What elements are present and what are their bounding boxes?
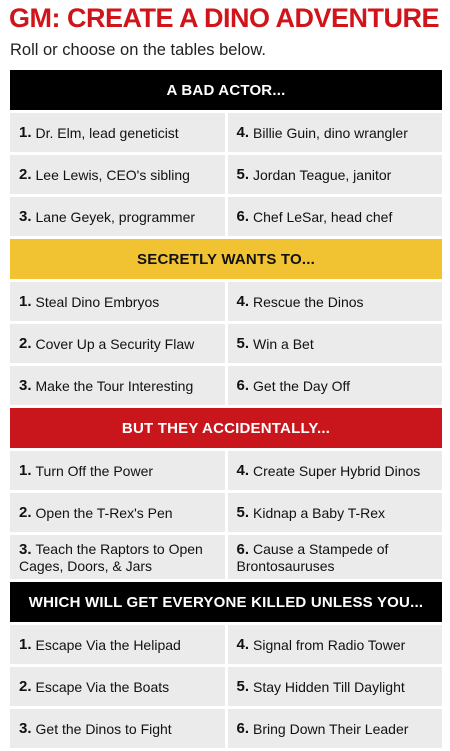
entry-text: Stay Hidden Till Daylight <box>253 678 405 695</box>
roll-number: 6. <box>236 207 250 225</box>
table-cell: 4. Billie Guin, dino wrangler <box>227 113 442 152</box>
roll-number: 5. <box>236 677 250 695</box>
page-title: GM: CREATE A DINO ADVENTURE <box>9 3 440 33</box>
table-cell: 4. Rescue the Dinos <box>227 282 442 321</box>
entry-text: Escape Via the Boats <box>35 678 170 695</box>
page: GM: CREATE A DINO ADVENTURE Roll or choo… <box>0 0 450 750</box>
roll-number: 2. <box>19 334 32 352</box>
roll-number: 1. <box>19 292 32 310</box>
entry-text: Billie Guin, dino wrangler <box>253 124 408 141</box>
entry-text: Signal from Radio Tower <box>253 636 406 653</box>
entry-text: Lee Lewis, CEO's sibling <box>35 166 190 183</box>
entry-text: Cause a Stampede of Brontosauruses <box>236 540 389 574</box>
entry-text: Chef LeSar, head chef <box>253 208 393 225</box>
entry-text: Bring Down Their Leader <box>253 720 409 737</box>
table-cell: 3. Get the Dinos to Fight <box>10 709 225 748</box>
table-cell: 3. Lane Geyek, programmer <box>10 197 225 236</box>
roll-number: 2. <box>19 503 32 521</box>
roll-number: 5. <box>236 503 250 521</box>
roll-number: 2. <box>19 677 32 695</box>
roll-number: 2. <box>19 165 32 183</box>
entry-text: Get the Day Off <box>253 377 351 394</box>
entry-text: Get the Dinos to Fight <box>35 720 172 737</box>
table-cell: 3. Make the Tour Interesting <box>10 366 225 405</box>
roll-number: 5. <box>236 165 250 183</box>
table-secretly-wants: 1. Steal Dino Embryos 4. Rescue the Dinos … <box>10 279 442 408</box>
roll-number: 6. <box>236 540 250 558</box>
entry-text: Turn Off the Power <box>35 462 154 479</box>
roll-number: 1. <box>19 461 32 479</box>
roll-number: 3. <box>19 540 32 558</box>
section-header-bad-actor: A BAD ACTOR... <box>10 70 442 110</box>
roll-number: 5. <box>236 334 250 352</box>
roll-number: 1. <box>19 123 32 141</box>
table-cell: 3. Teach the Raptors to Open Cages, Doors… <box>10 535 225 579</box>
entry-text: Make the Tour Interesting <box>35 377 194 394</box>
table-cell: 6. Cause a Stampede of Brontosauruses <box>227 535 442 579</box>
section-header-accidentally: BUT THEY ACCIDENTALLY... <box>10 408 442 448</box>
table-bad-actor: 1. Dr. Elm, lead geneticist 4. Billie Guin… <box>10 110 442 239</box>
table-cell: 6. Get the Day Off <box>227 366 442 405</box>
table-cell: 2. Cover Up a Security Flaw <box>10 324 225 363</box>
entry-text: Create Super Hybrid Dinos <box>253 462 421 479</box>
table-cell: 5. Jordan Teague, janitor <box>227 155 442 194</box>
table-cell: 2. Lee Lewis, CEO's sibling <box>10 155 225 194</box>
table-cell: 1. Turn Off the Power <box>10 451 225 490</box>
roll-number: 3. <box>19 207 32 225</box>
table-cell: 6. Chef LeSar, head chef <box>227 197 442 236</box>
entry-text: Open the T-Rex's Pen <box>35 504 173 521</box>
entry-text: Jordan Teague, janitor <box>253 166 392 183</box>
roll-number: 4. <box>236 635 250 653</box>
roll-number: 6. <box>236 719 250 737</box>
table-cell: 1. Dr. Elm, lead geneticist <box>10 113 225 152</box>
roll-number: 4. <box>236 123 250 141</box>
page-subtitle: Roll or choose on the tables below. <box>10 41 266 59</box>
table-cell: 2. Open the T-Rex's Pen <box>10 493 225 532</box>
roll-number: 1. <box>19 635 32 653</box>
table-cell: 4. Signal from Radio Tower <box>227 625 442 664</box>
section-header-secretly-wants: SECRETLY WANTS TO... <box>10 239 442 279</box>
table-cell: 5. Stay Hidden Till Daylight <box>227 667 442 706</box>
table-unless-you: 1. Escape Via the Helipad 4. Signal from R… <box>10 622 442 751</box>
entry-text: Lane Geyek, programmer <box>35 208 196 225</box>
table-cell: 5. Kidnap a Baby T-Rex <box>227 493 442 532</box>
entry-text: Rescue the Dinos <box>253 293 364 310</box>
roll-number: 4. <box>236 461 250 479</box>
table-cell: 1. Steal Dino Embryos <box>10 282 225 321</box>
table-accidentally: 1. Turn Off the Power 4. Create Super Hybr… <box>10 448 442 582</box>
entry-text: Steal Dino Embryos <box>35 293 160 310</box>
table-cell: 6. Bring Down Their Leader <box>227 709 442 748</box>
entry-text: Escape Via the Helipad <box>35 636 181 653</box>
entry-text: Cover Up a Security Flaw <box>35 335 195 352</box>
table-cell: 5. Win a Bet <box>227 324 442 363</box>
roll-number: 3. <box>19 376 32 394</box>
roll-number: 3. <box>19 719 32 737</box>
roll-number: 6. <box>236 376 250 394</box>
table-cell: 1. Escape Via the Helipad <box>10 625 225 664</box>
entry-text: Kidnap a Baby T-Rex <box>253 504 386 521</box>
table-cell: 4. Create Super Hybrid Dinos <box>227 451 442 490</box>
tables: A BAD ACTOR... 1. Dr. Elm, lead geneticis… <box>10 70 442 751</box>
entry-text: Win a Bet <box>253 335 314 352</box>
section-header-unless-you: WHICH WILL GET EVERYONE KILLED UNLESS YO… <box>10 582 442 622</box>
entry-text: Dr. Elm, lead geneticist <box>35 124 179 141</box>
roll-number: 4. <box>236 292 250 310</box>
table-cell: 2. Escape Via the Boats <box>10 667 225 706</box>
entry-text: Teach the Raptors to Open Cages, Doors, … <box>19 540 203 574</box>
